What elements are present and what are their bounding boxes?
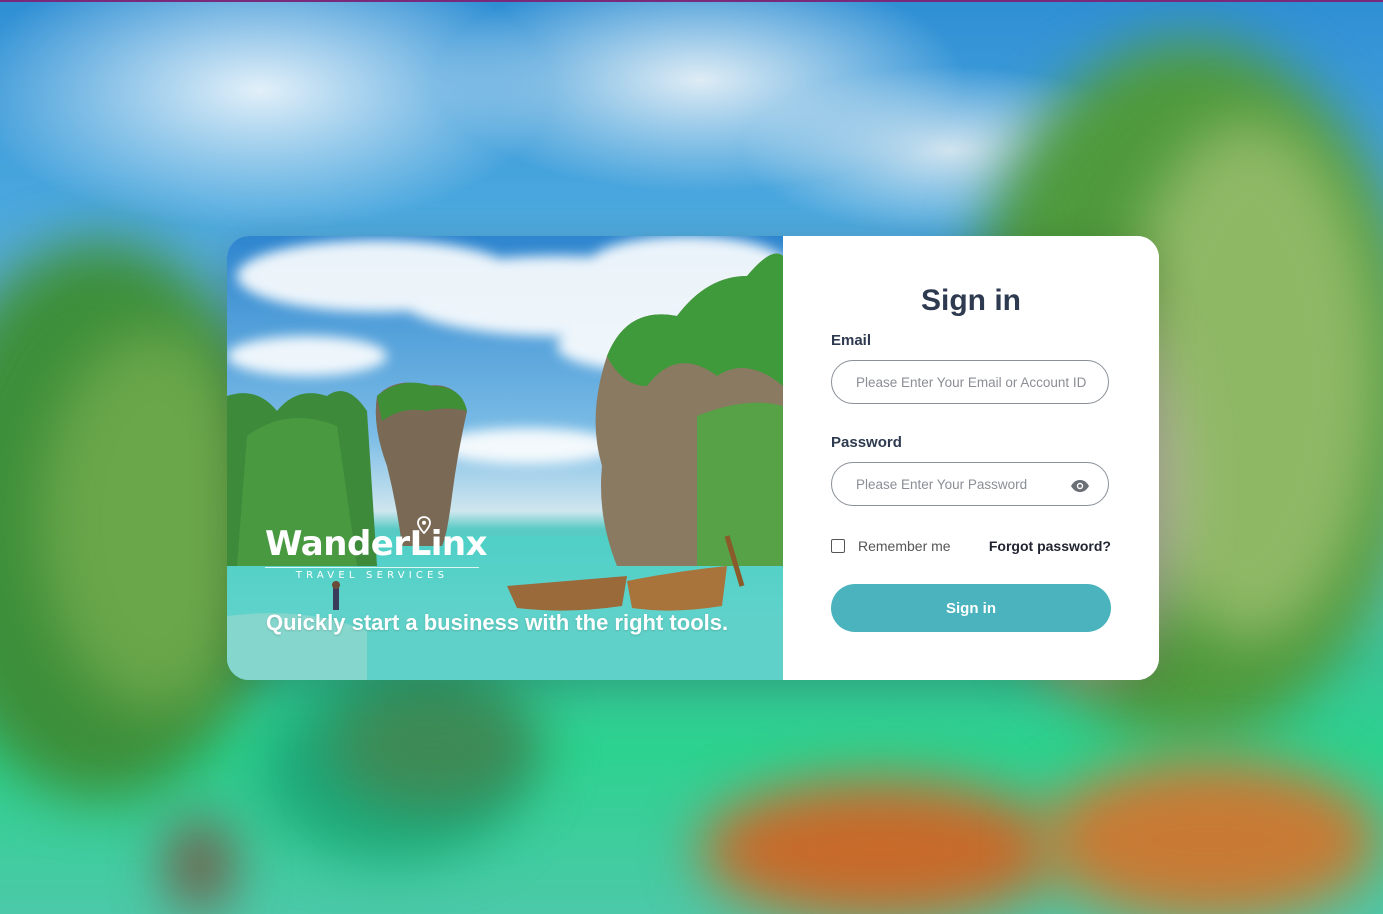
hero-tagline: Quickly start a business with the right …	[266, 610, 729, 635]
logo-wordmark: WanderLinx	[265, 524, 488, 564]
remember-me-label: Remember me	[858, 538, 951, 554]
eye-icon[interactable]	[1070, 479, 1090, 493]
password-label: Password	[831, 434, 902, 451]
logo-subtitle: TRAVEL SERVICES	[265, 567, 479, 581]
signin-form: Sign in Email Password Remember me Forgo…	[783, 236, 1159, 680]
email-input[interactable]	[856, 361, 1086, 403]
signin-card: WanderLinx TRAVEL SERVICES Quickly start…	[227, 236, 1159, 680]
password-field-wrapper	[831, 462, 1109, 506]
forgot-password-link[interactable]: Forgot password?	[989, 538, 1111, 554]
email-label: Email	[831, 332, 872, 349]
signin-title: Sign in	[921, 284, 1021, 317]
hero-panel: WanderLinx TRAVEL SERVICES Quickly start…	[227, 236, 783, 680]
password-input[interactable]	[856, 463, 1056, 505]
remember-me: Remember me	[831, 538, 951, 554]
location-pin-icon	[417, 516, 431, 534]
top-accent-strip	[0, 0, 1383, 2]
brand-logo: WanderLinx TRAVEL SERVICES	[265, 516, 488, 581]
email-field-wrapper	[831, 360, 1109, 404]
remember-me-checkbox[interactable]	[831, 539, 845, 553]
signin-button[interactable]: Sign in	[831, 584, 1111, 632]
